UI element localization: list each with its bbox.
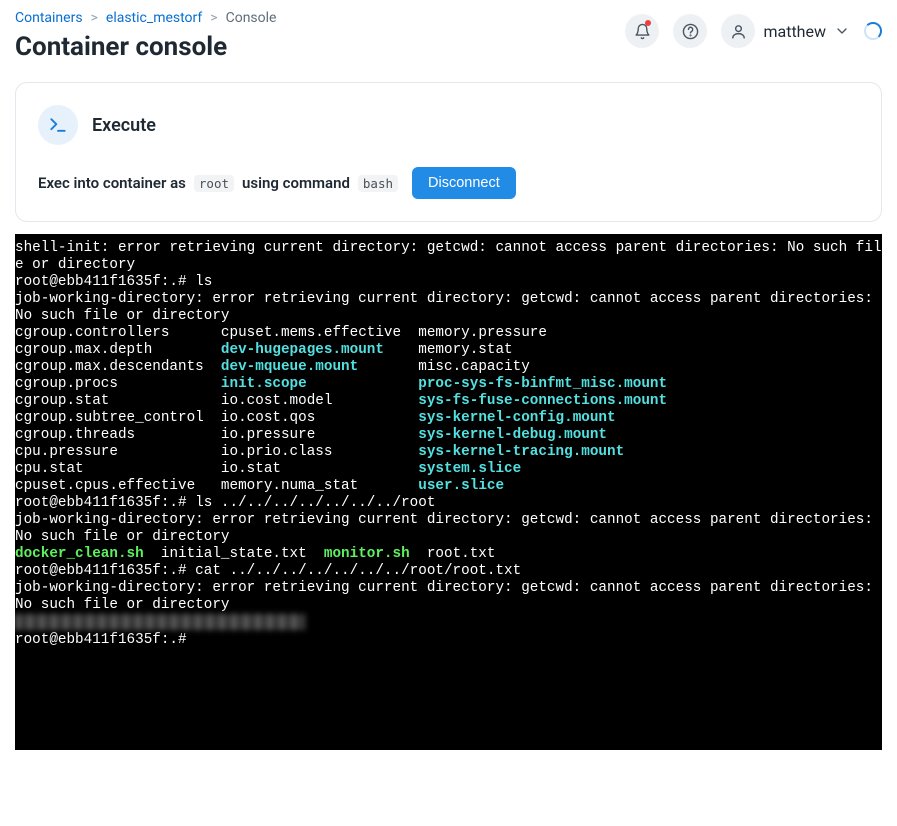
terminal-line: cgroup.controllers cpuset.mems.effective… — [15, 325, 882, 342]
breadcrumb-separator: > — [210, 10, 217, 26]
terminal-line: cgroup.procs init.scope proc-sys-fs-binf… — [15, 376, 882, 393]
terminal-icon — [48, 115, 68, 135]
terminal-text — [307, 376, 419, 392]
user-menu[interactable]: matthew — [721, 14, 850, 48]
disconnect-button[interactable]: Disconnect — [412, 167, 516, 199]
terminal-text: shell-init: error retrieving current dir… — [15, 240, 882, 273]
terminal-line: shell-init: error retrieving current dir… — [15, 240, 882, 274]
terminal-text: cpu.pressure — [15, 444, 221, 460]
loading-spinner — [864, 22, 882, 40]
terminal-line: cgroup.max.depth dev-hugepages.mount mem… — [15, 342, 882, 359]
terminal-text: monitor.sh — [324, 546, 410, 562]
terminal-text: proc-sys-fs-binfmt_misc.mount — [418, 376, 667, 392]
terminal-line: job-working-directory: error retrieving … — [15, 580, 882, 614]
breadcrumb: Containers > elastic_mestorf > Console — [15, 10, 625, 26]
terminal-text: io.cost.model — [221, 393, 418, 409]
terminal-text: sys-kernel-tracing.mount — [418, 444, 624, 460]
breadcrumb-link[interactable]: Containers — [15, 10, 83, 26]
terminal-output[interactable]: shell-init: error retrieving current dir… — [15, 234, 882, 750]
exec-cmd-badge: bash — [358, 175, 398, 192]
exec-line: Exec into container as root using comman… — [38, 167, 859, 199]
terminal-line: root@ebb411f1635f:.# — [15, 632, 882, 649]
terminal-text: job-working-directory: error retrieving … — [15, 580, 882, 613]
terminal-text: memory.numa_stat — [221, 478, 418, 494]
terminal-text: job-working-directory: error retrieving … — [15, 291, 882, 324]
terminal-text: root@ebb411f1635f:.# — [15, 632, 195, 648]
terminal-text: cpuset.cpus.effective — [15, 478, 221, 494]
terminal-text: memory.pressure — [418, 325, 547, 341]
terminal-text: cgroup.subtree_control — [15, 410, 221, 426]
exec-prefix: Exec into container as — [38, 174, 186, 192]
terminal-text: root.txt — [410, 546, 496, 562]
header-actions: matthew — [625, 10, 882, 48]
user-icon — [730, 23, 747, 40]
terminal-line: root@ebb411f1635f:.# cat ../../../../../… — [15, 563, 882, 580]
breadcrumb-link[interactable]: elastic_mestorf — [106, 10, 202, 26]
top-bar: Containers > elastic_mestorf > Console Conta… — [0, 0, 897, 62]
terminal-line: cpu.pressure io.prio.class sys-kernel-tr… — [15, 444, 882, 461]
terminal-line: cgroup.stat io.cost.model sys-fs-fuse-co… — [15, 393, 882, 410]
chevron-down-icon — [834, 23, 850, 39]
terminal-line: root@ebb411f1635f:.# ls — [15, 274, 882, 291]
terminal-line: job-working-directory: error retrieving … — [15, 291, 882, 325]
terminal-text: init.scope — [221, 376, 307, 392]
terminal-text: system.slice — [418, 461, 521, 477]
terminal-text: root@ebb411f1635f:.# ls ../../../../../.… — [15, 495, 435, 511]
breadcrumb-separator: > — [91, 10, 98, 26]
execute-icon-wrap — [38, 105, 78, 145]
terminal-text: cgroup.stat — [15, 393, 221, 409]
terminal-line: cgroup.subtree_control io.cost.qos sys-k… — [15, 410, 882, 427]
card-title: Execute — [92, 115, 156, 136]
help-icon — [682, 23, 699, 40]
terminal-text: cpu.stat — [15, 461, 221, 477]
execute-card: Execute Exec into container as root usin… — [15, 82, 882, 222]
terminal-text: io.stat — [221, 461, 418, 477]
terminal-text: memory.stat — [384, 342, 513, 358]
terminal-line: cpuset.cpus.effective memory.numa_stat u… — [15, 478, 882, 495]
terminal-text: cgroup.procs — [15, 376, 221, 392]
terminal-text: dev-mqueue.mount — [221, 359, 358, 375]
terminal-text: io.pressure — [221, 427, 418, 443]
terminal-line: cgroup.max.descendants dev-mqueue.mount … — [15, 359, 882, 376]
redacted-content — [15, 614, 305, 630]
terminal-text: dev-hugepages.mount — [221, 342, 384, 358]
terminal-text: cgroup.max.depth — [15, 342, 221, 358]
terminal-line — [15, 614, 882, 632]
exec-mid: using command — [242, 174, 350, 192]
help-button[interactable] — [673, 14, 707, 48]
terminal-text: sys-kernel-debug.mount — [418, 427, 607, 443]
terminal-text: initial_state.txt — [144, 546, 324, 562]
card-header: Execute — [38, 105, 859, 145]
terminal-text: misc.capacity — [358, 359, 530, 375]
terminal-text: cpuset.mems.effective — [221, 325, 418, 341]
terminal-line: cpu.stat io.stat system.slice — [15, 461, 882, 478]
page-title: Container console — [15, 32, 625, 62]
exec-user-badge: root — [194, 175, 234, 192]
terminal-text: sys-fs-fuse-connections.mount — [418, 393, 667, 409]
terminal-line: cgroup.threads io.pressure sys-kernel-de… — [15, 427, 882, 444]
terminal-text: job-working-directory: error retrieving … — [15, 512, 882, 545]
terminal-text: root@ebb411f1635f:.# ls — [15, 274, 212, 290]
avatar — [721, 14, 755, 48]
terminal-text: cgroup.controllers — [15, 325, 221, 341]
terminal-text: sys-kernel-config.mount — [418, 410, 615, 426]
terminal-line: job-working-directory: error retrieving … — [15, 512, 882, 546]
breadcrumb-current: Console — [226, 10, 277, 26]
terminal-text: cgroup.max.descendants — [15, 359, 221, 375]
terminal-text: io.cost.qos — [221, 410, 418, 426]
left-header: Containers > elastic_mestorf > Console Conta… — [15, 10, 625, 62]
terminal-text: io.prio.class — [221, 444, 418, 460]
terminal-text: root@ebb411f1635f:.# cat ../../../../../… — [15, 563, 521, 579]
notifications-button[interactable] — [625, 14, 659, 48]
terminal-text: cgroup.threads — [15, 427, 221, 443]
terminal-line: root@ebb411f1635f:.# ls ../../../../../.… — [15, 495, 882, 512]
user-name: matthew — [763, 22, 826, 41]
terminal-text: user.slice — [418, 478, 504, 494]
terminal-text: docker_clean.sh — [15, 546, 144, 562]
terminal-line: docker_clean.sh initial_state.txt monito… — [15, 546, 882, 563]
